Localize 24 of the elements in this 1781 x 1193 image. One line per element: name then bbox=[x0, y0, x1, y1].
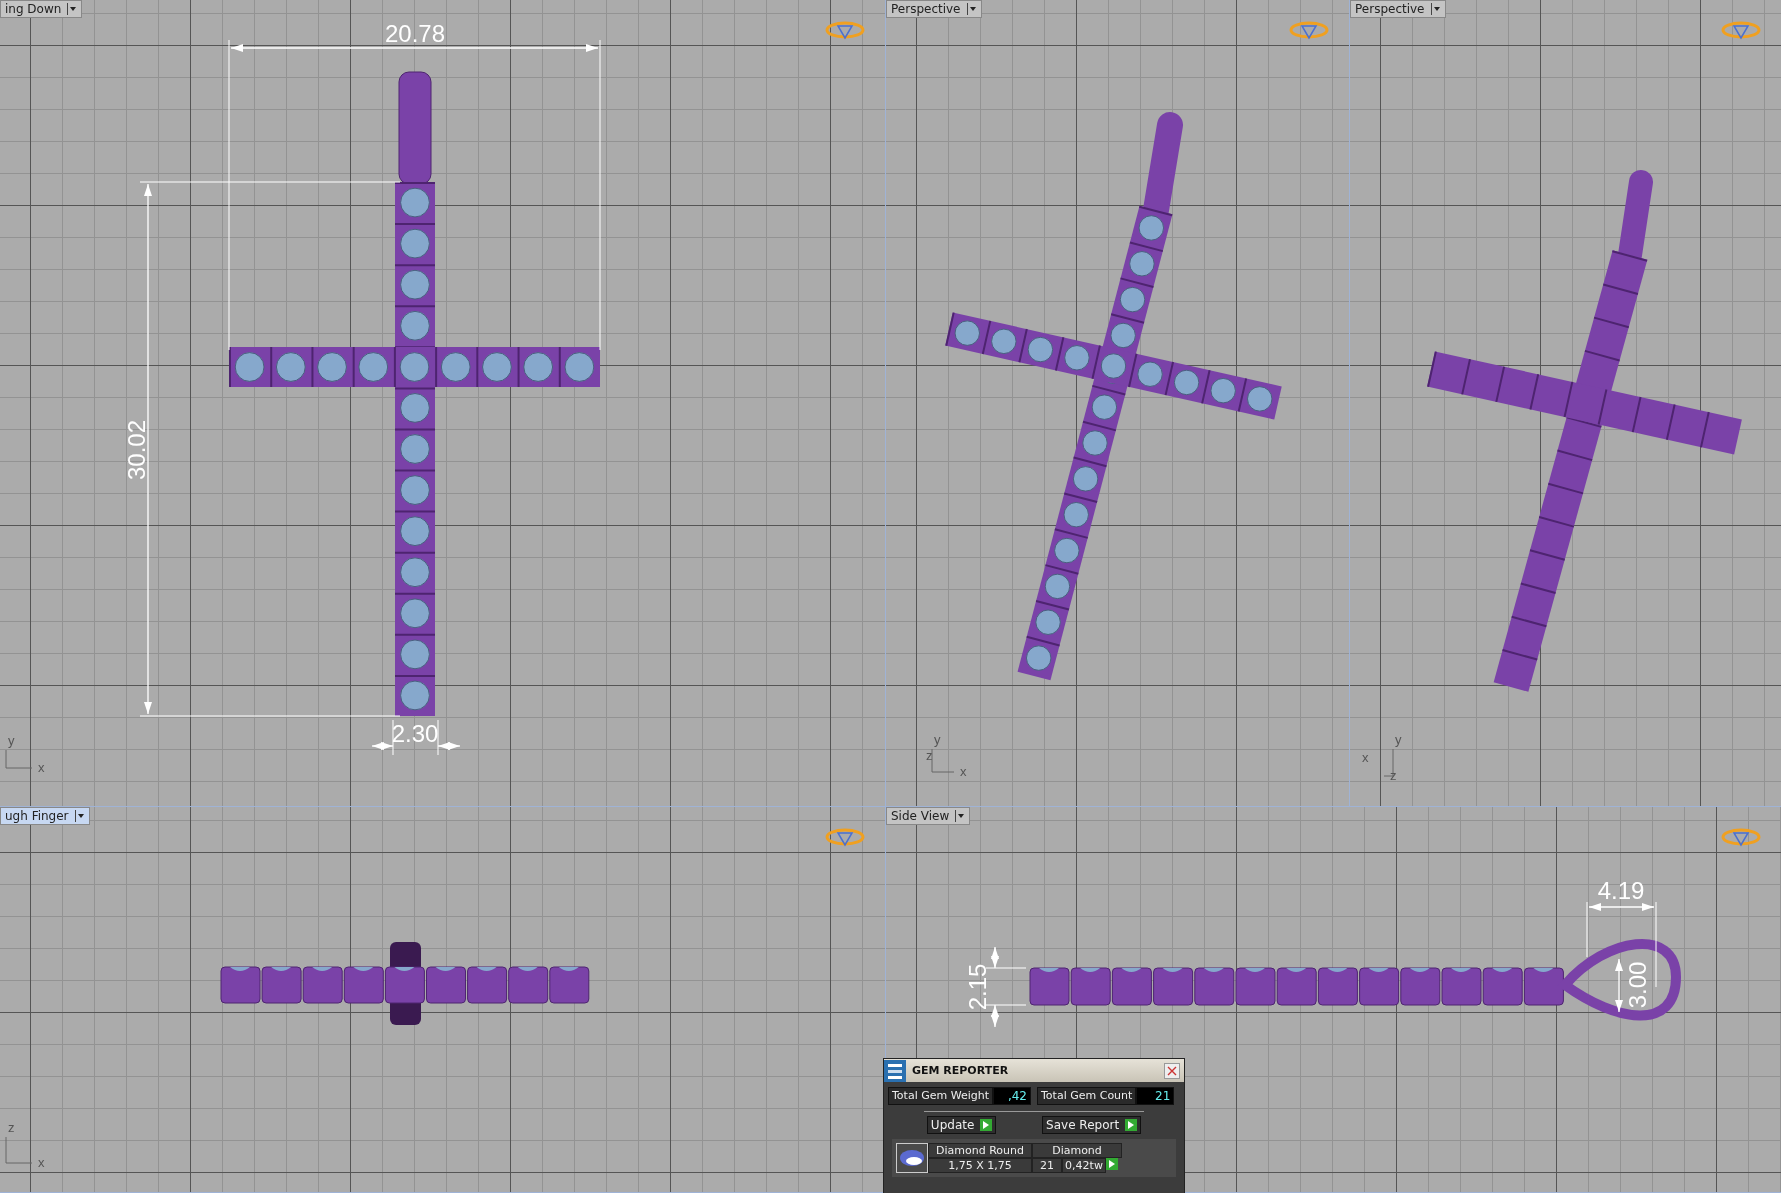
dimension-label: 3.00 bbox=[1624, 961, 1651, 1009]
field-label: Total Gem Count bbox=[1037, 1087, 1137, 1105]
table-cell: Diamond bbox=[1032, 1143, 1122, 1158]
axis-label: z bbox=[8, 1120, 15, 1135]
axis-label: x bbox=[1362, 750, 1369, 765]
dimension-label: 20.78 bbox=[384, 20, 446, 47]
panel-title: GEM REPORTER bbox=[912, 1064, 1010, 1077]
field-label: Total Gem Weight bbox=[888, 1087, 993, 1105]
axis-label: z bbox=[1390, 768, 1397, 783]
axis-label: x bbox=[38, 1155, 45, 1170]
table-cell: 1,75 X 1,75 bbox=[928, 1158, 1032, 1173]
dimension-label: 2.30 bbox=[391, 720, 439, 747]
axis-label: x bbox=[38, 760, 45, 775]
dimension-label: 30.02 bbox=[123, 419, 150, 481]
axis-label: z bbox=[926, 748, 933, 763]
axis-label: x bbox=[960, 764, 967, 779]
table-cell: 0,42tw bbox=[1062, 1158, 1106, 1173]
dimension-label: 2.15 bbox=[964, 963, 991, 1011]
axis-label: y bbox=[934, 732, 941, 747]
axis-label: y bbox=[8, 733, 15, 748]
dimension-label: 4.19 bbox=[1597, 877, 1645, 904]
table-cell: 21 bbox=[1032, 1158, 1062, 1173]
axis-label: y bbox=[1395, 732, 1402, 747]
table-cell: Diamond Round bbox=[928, 1143, 1032, 1158]
